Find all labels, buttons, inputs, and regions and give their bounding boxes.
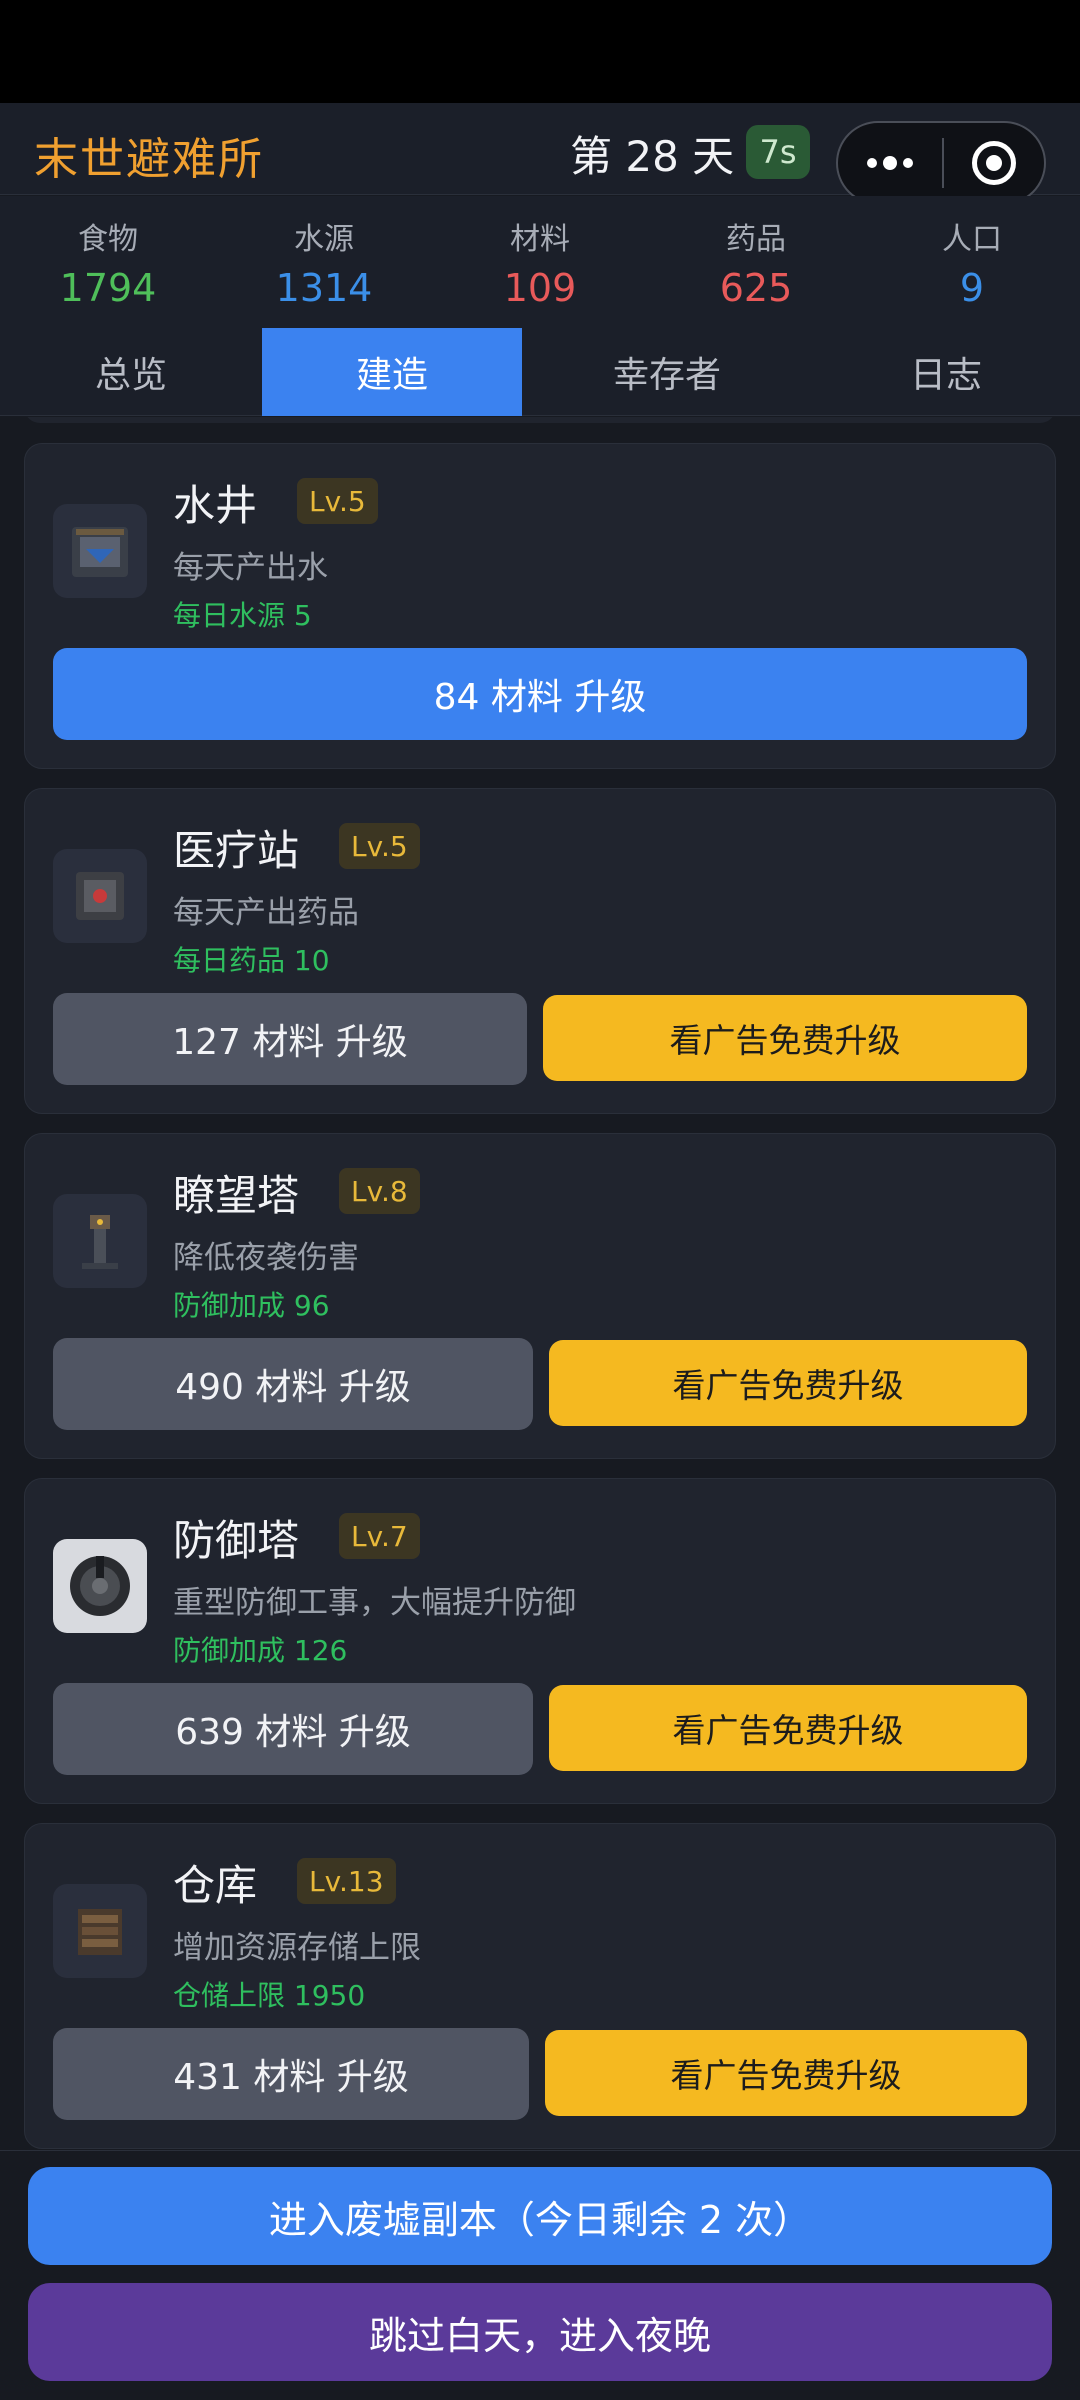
upgrade-button[interactable]: 84 材料 升级	[53, 648, 1027, 740]
building-card-medical: 医疗站 Lv.5 每天产出药品 每日药品 10 127 材料 升级 看广告免费升…	[24, 788, 1056, 1114]
skip-day-button[interactable]: 跳过白天，进入夜晚	[28, 2283, 1052, 2381]
watch-ad-upgrade-button[interactable]: 看广告免费升级	[543, 995, 1027, 1081]
enter-ruins-button[interactable]: 进入废墟副本（今日剩余 2 次）	[28, 2167, 1052, 2265]
day-counter: 第 28 天	[570, 132, 735, 181]
building-description: 重型防御工事，大幅提升防御	[173, 1585, 576, 1621]
watch-ad-upgrade-button[interactable]: 看广告免费升级	[549, 1340, 1027, 1426]
upgrade-button[interactable]: 127 材料 升级	[53, 993, 527, 1085]
level-badge: Lv.8	[339, 1168, 420, 1214]
level-badge: Lv.5	[297, 478, 378, 524]
resource-materials: 材料 109	[432, 196, 648, 328]
tab-overview[interactable]: 总览	[0, 328, 262, 416]
resource-value: 1314	[275, 266, 373, 310]
tab-log[interactable]: 日志	[812, 328, 1080, 416]
building-list[interactable]: 水井 Lv.5 每天产出水 每日水源 5 84 材料 升级 医疗站 Lv.5 每…	[0, 417, 1080, 2150]
app-title: 末世避难所	[34, 134, 264, 185]
building-card-defense-tower: 防御塔 Lv.7 重型防御工事，大幅提升防御 防御加成 126 639 材料 升…	[24, 1478, 1056, 1804]
building-name: 仓库	[173, 1861, 258, 1910]
resource-value: 9	[959, 266, 985, 310]
miniprogram-capsule	[836, 121, 1046, 205]
building-effect: 防御加成 126	[173, 1634, 348, 1667]
level-badge: Lv.7	[339, 1513, 420, 1559]
watchtower-icon	[53, 1194, 147, 1288]
close-miniprogram-icon[interactable]	[944, 141, 1044, 185]
level-badge: Lv.5	[339, 823, 420, 869]
resource-value: 1794	[59, 266, 157, 310]
resource-label: 人口	[942, 222, 1002, 257]
resource-bar: 食物 1794 水源 1314 材料 109 药品 625 人口 9	[0, 196, 1080, 328]
status-bar	[0, 0, 1080, 103]
building-name: 水井	[173, 481, 258, 530]
warehouse-icon	[53, 1884, 147, 1978]
building-effect: 防御加成 96	[173, 1289, 330, 1322]
building-card-watchtower: 瞭望塔 Lv.8 降低夜袭伤害 防御加成 96 490 材料 升级 看广告免费升…	[24, 1133, 1056, 1459]
upgrade-button[interactable]: 431 材料 升级	[53, 2028, 529, 2120]
upgrade-button[interactable]: 490 材料 升级	[53, 1338, 533, 1430]
resource-label: 材料	[510, 222, 570, 257]
watch-ad-upgrade-button[interactable]: 看广告免费升级	[549, 1685, 1027, 1771]
building-card-warehouse: 仓库 Lv.13 增加资源存储上限 仓储上限 1950 431 材料 升级 看广…	[24, 1823, 1056, 2149]
building-card-well: 水井 Lv.5 每天产出水 每日水源 5 84 材料 升级	[24, 443, 1056, 769]
building-description: 每天产出水	[173, 550, 328, 586]
well-icon	[53, 504, 147, 598]
level-badge: Lv.13	[297, 1858, 396, 1904]
previous-card-edge	[24, 417, 1056, 423]
building-description: 降低夜袭伤害	[173, 1240, 359, 1276]
app-header: 末世避难所 第 28 天 7s	[0, 103, 1080, 205]
tab-build[interactable]: 建造	[262, 328, 522, 416]
resource-value: 625	[719, 266, 793, 310]
building-effect: 每日药品 10	[173, 944, 330, 977]
tab-bar: 总览 建造 幸存者 日志	[0, 328, 1080, 416]
resource-population: 人口 9	[864, 196, 1080, 328]
more-menu-icon[interactable]	[838, 156, 942, 170]
watch-ad-upgrade-button[interactable]: 看广告免费升级	[545, 2030, 1027, 2116]
resource-label: 水源	[294, 222, 354, 257]
building-description: 增加资源存储上限	[173, 1930, 421, 1966]
resource-value: 109	[503, 266, 577, 310]
tab-survivors[interactable]: 幸存者	[522, 328, 812, 416]
resource-water: 水源 1314	[216, 196, 432, 328]
building-name: 防御塔	[173, 1516, 300, 1565]
bottom-action-bar: 进入废墟副本（今日剩余 2 次） 跳过白天，进入夜晚	[0, 2150, 1080, 2400]
resource-medicine: 药品 625	[648, 196, 864, 328]
upgrade-button[interactable]: 639 材料 升级	[53, 1683, 533, 1775]
defense-tower-icon	[53, 1539, 147, 1633]
resource-label: 药品	[726, 222, 786, 257]
building-description: 每天产出药品	[173, 895, 359, 931]
medical-station-icon	[53, 849, 147, 943]
resource-food: 食物 1794	[0, 196, 216, 328]
building-effect: 仓储上限 1950	[173, 1979, 366, 2012]
resource-label: 食物	[78, 222, 138, 257]
building-name: 瞭望塔	[173, 1171, 300, 1220]
building-effect: 每日水源 5	[173, 599, 312, 632]
building-name: 医疗站	[173, 826, 300, 875]
timer-badge: 7s	[746, 125, 810, 179]
